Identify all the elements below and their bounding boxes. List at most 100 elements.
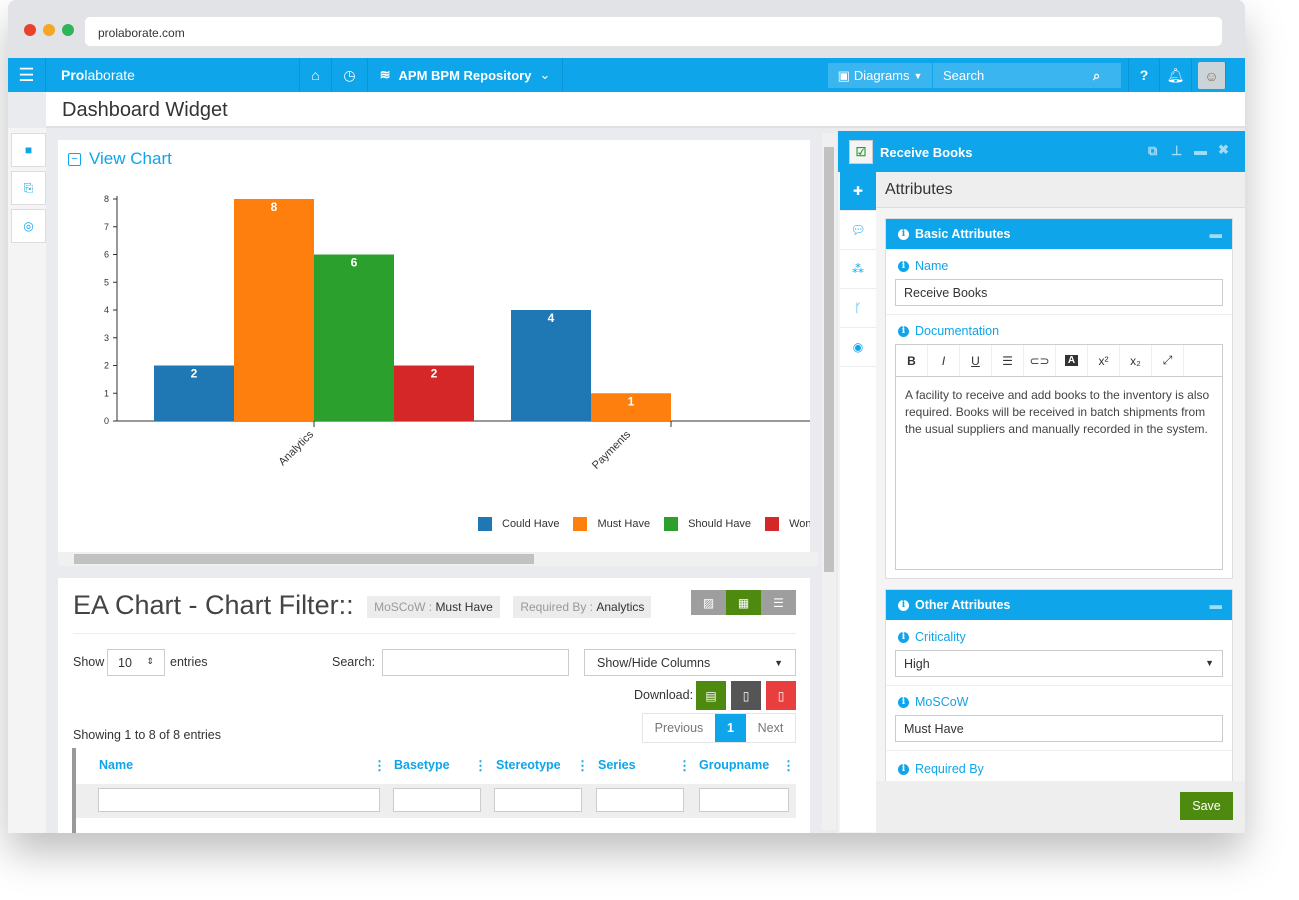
- column-menu-icon[interactable]: ⋮: [576, 758, 589, 774]
- top-navbar: ☰ Pro laborate ⌂ ◷ ≋ APM BPM Repository ⌄ ▣…: [8, 58, 1245, 92]
- page-1-button[interactable]: 1: [715, 714, 746, 742]
- next-button[interactable]: Next: [746, 714, 795, 742]
- search-icon[interactable]: ⌕: [1093, 68, 1121, 84]
- save-button[interactable]: Save: [1180, 792, 1233, 820]
- groupname-filter-input[interactable]: [699, 788, 789, 812]
- diagram-icon[interactable]: ⎘: [11, 171, 46, 205]
- bold-icon[interactable]: B: [896, 345, 928, 376]
- folder-icon[interactable]: ■: [11, 133, 46, 167]
- info-icon: i: [898, 763, 909, 775]
- chart-view-icon[interactable]: ▨: [691, 590, 726, 615]
- maximize-icon[interactable]: ▬: [1194, 143, 1207, 158]
- table-title: EA Chart - Chart Filter::: [73, 590, 354, 620]
- series-filter-input[interactable]: [596, 788, 684, 812]
- address-bar[interactable]: prolaborate.com: [85, 17, 1222, 46]
- info-icon: i: [898, 260, 909, 272]
- editor-toolbar: B I U ☰ ⊂⊃ A x² x₂ ⤢: [896, 345, 1222, 377]
- help-icon[interactable]: ?: [1128, 58, 1160, 92]
- bell-icon[interactable]: 🔔︎: [1160, 58, 1192, 92]
- puzzle-icon[interactable]: ✚: [840, 172, 876, 211]
- italic-icon[interactable]: I: [928, 345, 960, 376]
- search-area: ▣ Diagrams ▼ Search ⌕: [828, 63, 1121, 88]
- link-icon[interactable]: ⊂⊃: [1024, 345, 1056, 376]
- data-label: 6: [351, 256, 358, 270]
- subscript-icon[interactable]: x₂: [1120, 345, 1152, 376]
- home-icon[interactable]: ⌂: [300, 58, 332, 92]
- font-color-icon[interactable]: A: [1056, 345, 1088, 376]
- avatar[interactable]: ☺: [1198, 62, 1226, 89]
- column-menu-icon[interactable]: ⋮: [373, 758, 386, 774]
- info-icon: i: [898, 631, 909, 643]
- previous-button[interactable]: Previous: [643, 714, 715, 742]
- show-hide-columns-dropdown[interactable]: Show/Hide Columns ▼: [584, 649, 796, 676]
- target-icon[interactable]: ◉: [840, 328, 876, 367]
- legend-label: Should Have: [688, 517, 752, 530]
- vertical-scrollbar[interactable]: [822, 133, 836, 830]
- view-chart-toggle[interactable]: − View Chart: [68, 149, 172, 169]
- column-menu-icon[interactable]: ⋮: [474, 758, 487, 774]
- name-filter-input[interactable]: [98, 788, 380, 812]
- collapse-icon[interactable]: ▬: [1210, 598, 1223, 612]
- caret-down-icon: ▼: [913, 70, 923, 81]
- data-label: 8: [271, 200, 278, 214]
- entries-select[interactable]: 10 ⇕: [107, 649, 165, 676]
- basetype-filter-input[interactable]: [393, 788, 481, 812]
- list-view-icon[interactable]: ☰: [761, 590, 796, 615]
- diagrams-dropdown[interactable]: ▣ Diagrams ▼: [828, 63, 933, 88]
- table-info: Showing 1 to 8 of 8 entries: [73, 728, 222, 742]
- legend-item[interactable]: Must Have: [573, 517, 650, 531]
- moscow-input[interactable]: Must Have: [895, 715, 1223, 742]
- column-header-basetype[interactable]: Basetype: [394, 758, 450, 772]
- column-header-groupname[interactable]: Groupname: [699, 758, 769, 772]
- name-input[interactable]: Receive Books: [895, 279, 1223, 306]
- menu-icon[interactable]: ☰: [8, 58, 46, 92]
- repository-dropdown[interactable]: ≋ APM BPM Repository ⌄: [368, 58, 563, 92]
- legend-item[interactable]: Could Have: [478, 517, 559, 531]
- search-input[interactable]: Search: [933, 68, 1093, 83]
- legend-item[interactable]: Won't Have: [765, 517, 810, 531]
- bar-should-have-analytics: [314, 254, 394, 421]
- minimize-dot[interactable]: [43, 24, 55, 36]
- excel-download-icon[interactable]: ▤: [696, 681, 726, 710]
- other-attributes-header[interactable]: i Other Attributes ▬: [886, 590, 1232, 620]
- documentation-text[interactable]: A facility to receive and add books to t…: [896, 377, 1222, 448]
- grid-view-icon[interactable]: ▦: [726, 590, 761, 615]
- column-header-series[interactable]: Series: [598, 758, 636, 772]
- file-download-icon[interactable]: ▯: [731, 681, 761, 710]
- table-search-input[interactable]: [382, 649, 569, 676]
- fullscreen-icon[interactable]: ⤢: [1152, 345, 1184, 376]
- y-tick-label: 1: [104, 388, 109, 398]
- superscript-icon[interactable]: x²: [1088, 345, 1120, 376]
- column-menu-icon[interactable]: ⋮: [782, 758, 795, 774]
- pdf-download-icon[interactable]: ▯: [766, 681, 796, 710]
- close-icon[interactable]: ✖: [1218, 142, 1229, 158]
- pin-icon[interactable]: ⊥: [1171, 143, 1182, 159]
- basic-attributes-header[interactable]: i Basic Attributes ▬: [886, 219, 1232, 249]
- brand-logo[interactable]: Pro laborate: [46, 58, 300, 92]
- diagram-icon: ▣: [837, 67, 850, 83]
- cubes-icon[interactable]: ⁂: [840, 250, 876, 289]
- info-icon: i: [898, 696, 909, 708]
- branch-icon[interactable]: ᚴ: [840, 289, 876, 328]
- column-header-name[interactable]: Name: [99, 758, 133, 772]
- open-external-icon[interactable]: ⧉: [1148, 143, 1157, 159]
- horizontal-scrollbar[interactable]: [58, 552, 818, 566]
- history-icon[interactable]: ◷: [332, 58, 368, 92]
- target-icon[interactable]: ◎: [11, 209, 46, 243]
- list-icon[interactable]: ☰: [992, 345, 1024, 376]
- criticality-select[interactable]: High ▼: [895, 650, 1223, 677]
- caret-down-icon: ▼: [774, 658, 783, 668]
- stereotype-filter-input[interactable]: [494, 788, 582, 812]
- properties-panel: ☑ Receive Books ⧉ ⊥ ▬ ✖ ✚ 💬︎ ⁂ ᚴ ◉ Attri…: [838, 131, 1245, 833]
- column-header-stereotype[interactable]: Stereotype: [496, 758, 561, 772]
- underline-icon[interactable]: U: [960, 345, 992, 376]
- data-label: 2: [191, 367, 198, 381]
- maximize-dot[interactable]: [62, 24, 74, 36]
- table-header-row: Name ⋮ Basetype ⋮ Stereotype ⋮ Series ⋮ Grou…: [76, 748, 796, 784]
- column-menu-icon[interactable]: ⋮: [678, 758, 691, 774]
- legend-swatch: [765, 517, 780, 531]
- collapse-icon[interactable]: ▬: [1210, 227, 1223, 241]
- comments-icon[interactable]: 💬︎: [840, 211, 876, 250]
- legend-item[interactable]: Should Have: [664, 517, 751, 531]
- close-dot[interactable]: [24, 24, 36, 36]
